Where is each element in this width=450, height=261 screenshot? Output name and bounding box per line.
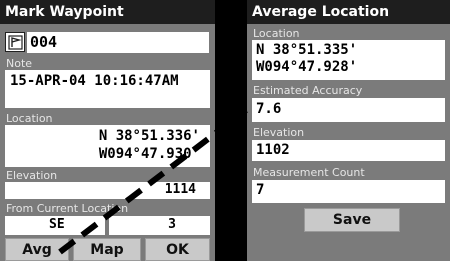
connector-dashed-line	[58, 107, 248, 255]
